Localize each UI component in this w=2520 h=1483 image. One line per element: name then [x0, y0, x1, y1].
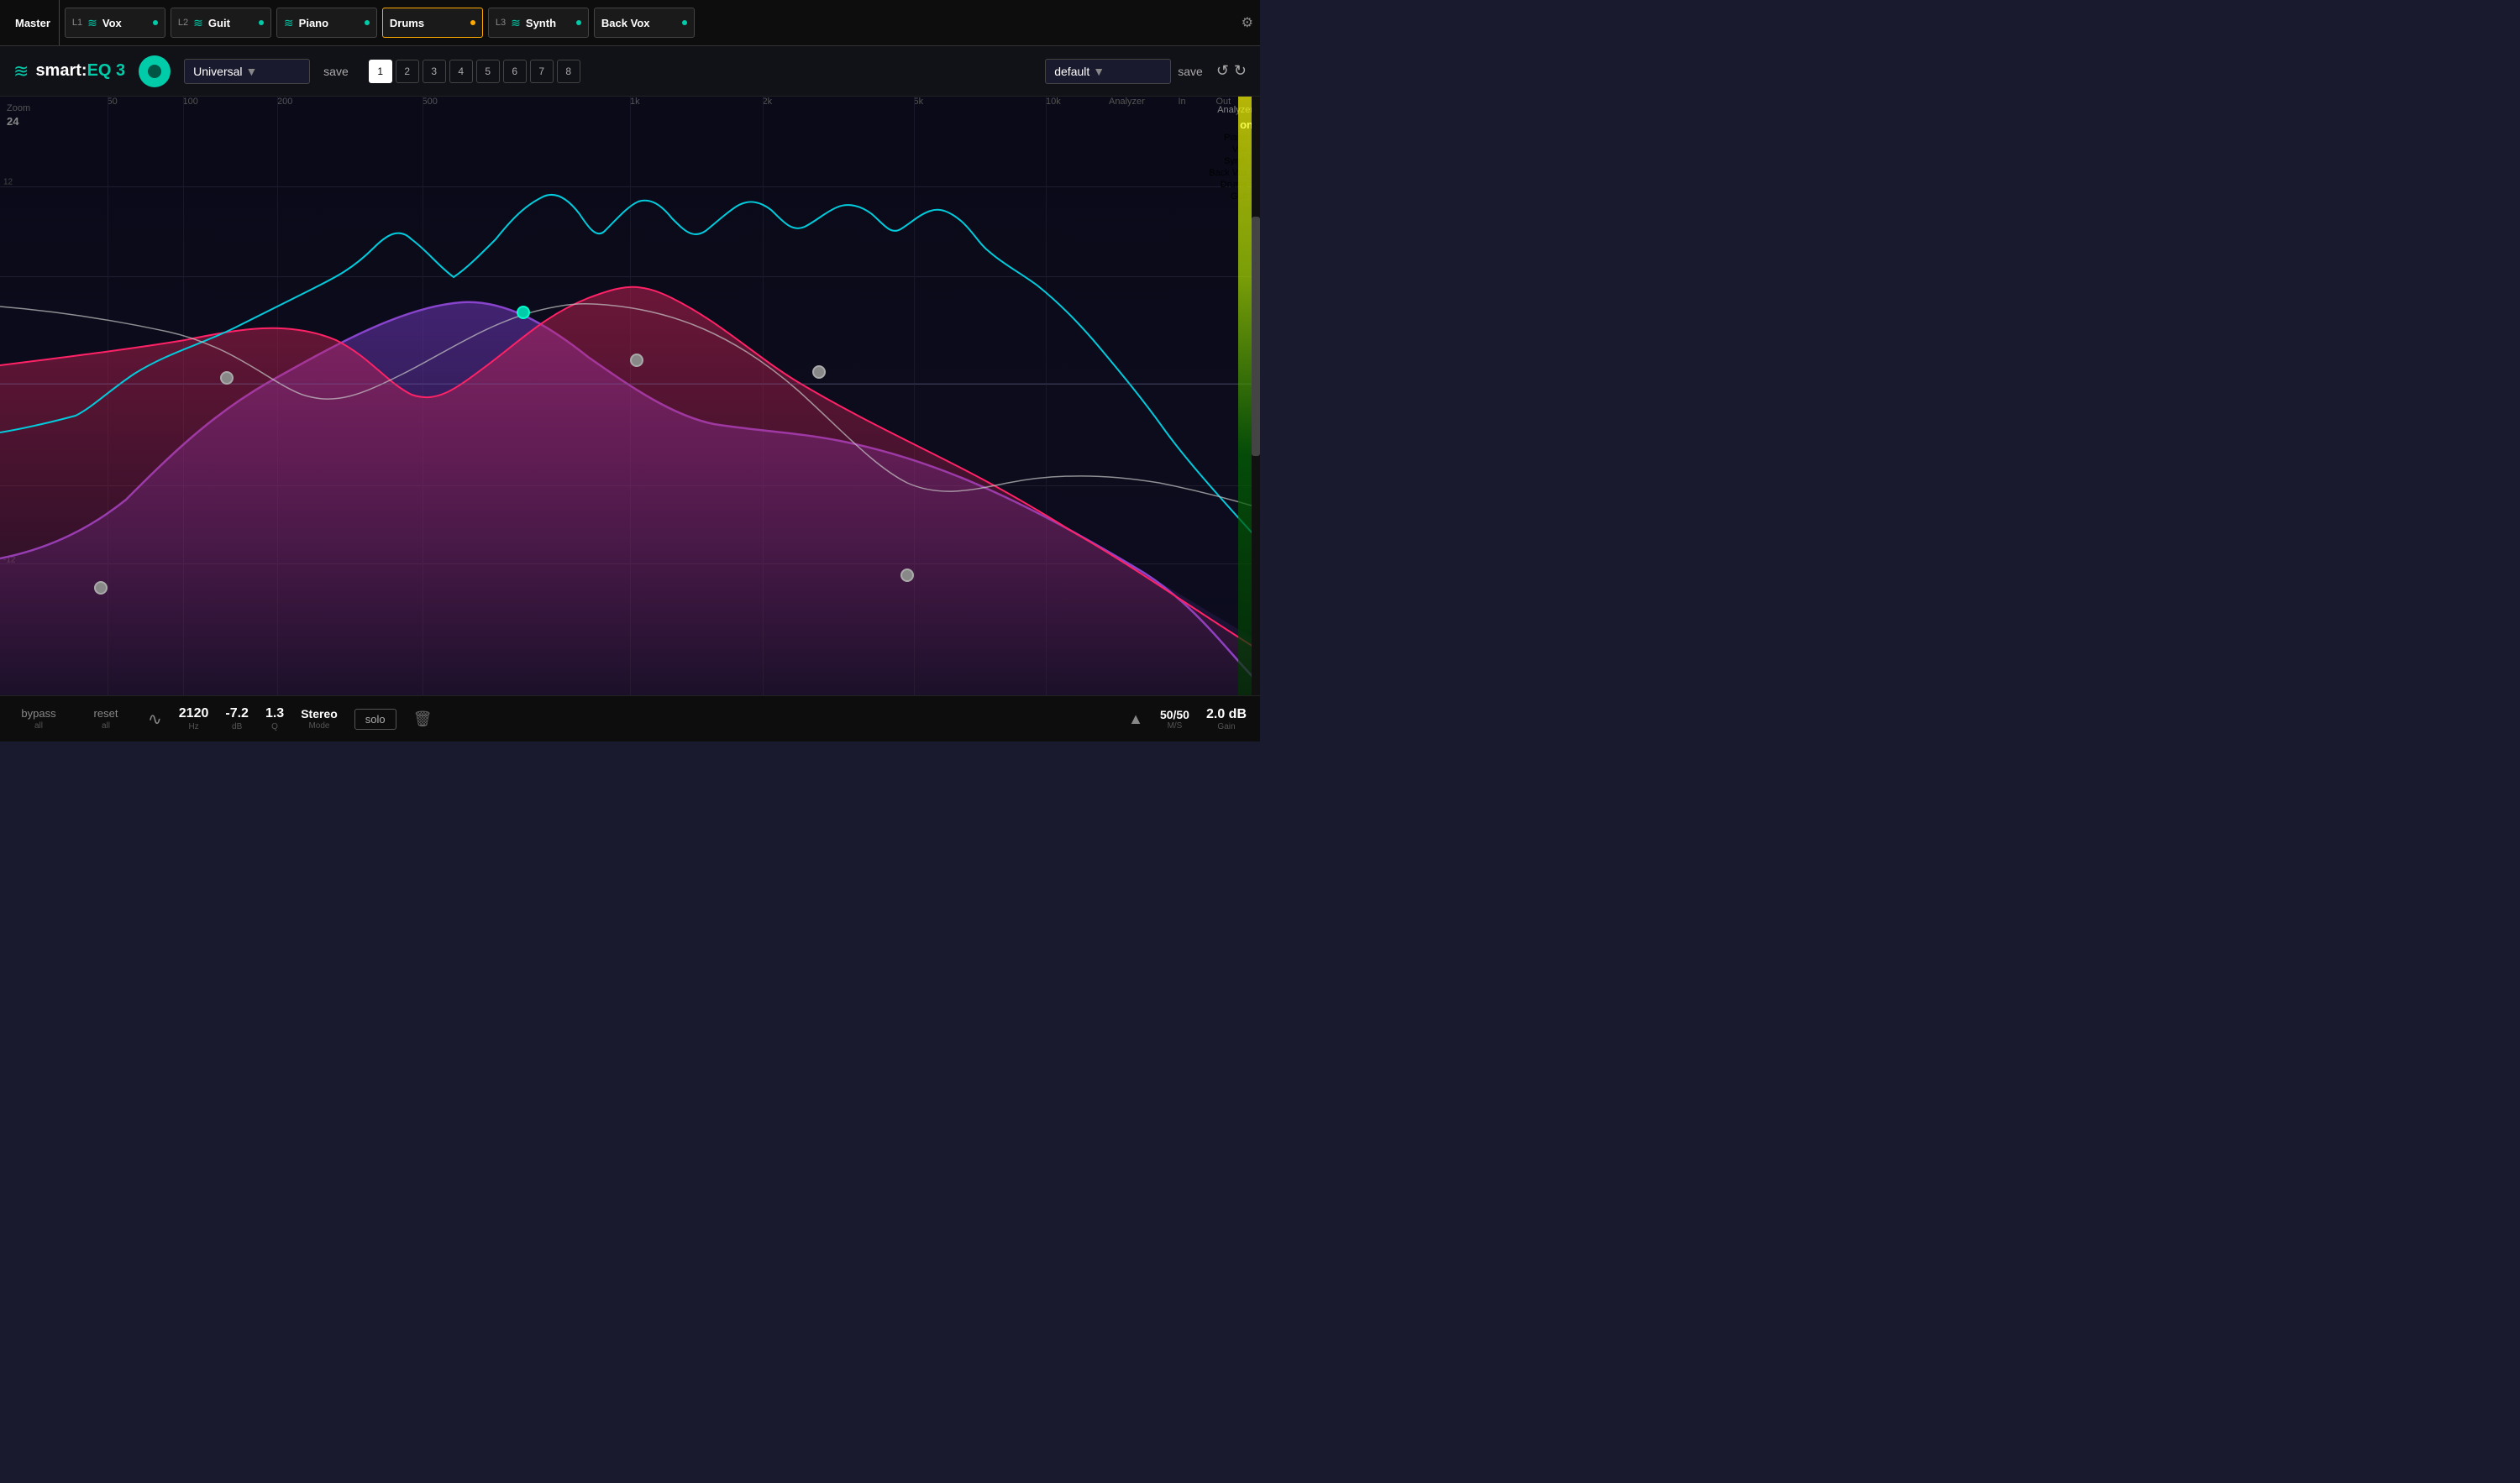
- hz-label: Hz: [188, 722, 198, 731]
- preset-save-button[interactable]: save: [323, 65, 349, 78]
- gain-value: 2.0 dB: [1206, 707, 1247, 722]
- eq-curve-svg: [0, 97, 1260, 695]
- l1-name: Vox: [102, 17, 122, 29]
- default-preset-arrow: ▼: [1093, 65, 1105, 78]
- backvox-name: Back Vox: [601, 17, 650, 29]
- band-button-6[interactable]: 6: [503, 60, 527, 83]
- l3-name: Synth: [526, 17, 556, 29]
- piano-name: Piano: [299, 17, 328, 29]
- scrollbar-thumb: [1252, 217, 1260, 456]
- channel-l1[interactable]: L1 ≋ Vox: [65, 8, 165, 38]
- mode-value: Stereo: [301, 707, 338, 721]
- logo-icon: ≋: [13, 60, 29, 82]
- band-button-5[interactable]: 5: [476, 60, 500, 83]
- band-button-2[interactable]: 2: [396, 60, 419, 83]
- q-label: Q: [271, 722, 278, 731]
- preset-arrow: ▼: [246, 65, 258, 78]
- gain-label: Gain: [1217, 722, 1235, 731]
- l2-name: Guit: [208, 17, 230, 29]
- channel-drums[interactable]: Drums: [382, 8, 483, 38]
- db-label: dB: [232, 722, 242, 731]
- vu-bar-strip: [1238, 97, 1252, 695]
- backvox-indicator: [682, 20, 687, 25]
- hz-value: 2120: [179, 706, 209, 721]
- eq-point-6[interactable]: [900, 569, 914, 582]
- solo-button[interactable]: solo: [354, 709, 396, 730]
- band-button-3[interactable]: 3: [423, 60, 446, 83]
- channel-piano[interactable]: ≋ Piano: [276, 8, 377, 38]
- channel-backvox[interactable]: Back Vox: [594, 8, 695, 38]
- db-value: -7.2: [225, 706, 249, 721]
- l2-icon: ≋: [193, 16, 203, 30]
- delete-button[interactable]: 🗑: [413, 710, 433, 728]
- reset-button[interactable]: reset: [94, 707, 118, 720]
- undo-button[interactable]: ↺: [1216, 62, 1229, 80]
- redo-button[interactable]: ↻: [1234, 62, 1247, 80]
- preset-name: Universal: [193, 65, 242, 78]
- l3-group-label: L3: [496, 18, 506, 28]
- default-preset-dropdown[interactable]: default ▼: [1045, 59, 1171, 84]
- pink-fill: [0, 287, 1260, 695]
- l1-indicator: [153, 20, 158, 25]
- default-preset-section: default ▼ save: [1045, 59, 1203, 84]
- bypass-section: bypass all: [13, 707, 64, 731]
- l1-group-label: L1: [72, 18, 82, 28]
- band-button-7[interactable]: 7: [530, 60, 554, 83]
- eq-main-area: Zoom 24 50 100 200 500 1k 2k 5k 10k Anal…: [0, 97, 1260, 695]
- logo-text: smart:EQ 3: [35, 61, 125, 81]
- logo: ≋ smart:EQ 3: [13, 60, 125, 82]
- ms-label: M/S: [1168, 721, 1183, 731]
- channel-l2[interactable]: L2 ≋ Guit: [171, 8, 271, 38]
- hz-param: 2120 Hz: [179, 706, 209, 731]
- gain-section: 2.0 dB Gain: [1206, 707, 1247, 731]
- l2-indicator: [259, 20, 264, 25]
- eq-point-1[interactable]: [94, 581, 108, 595]
- reset-section: reset all: [81, 707, 131, 731]
- ms-value: 50/50: [1160, 708, 1189, 721]
- l1-icon: ≋: [87, 16, 97, 30]
- master-label: Master: [7, 0, 60, 45]
- header-bar: ≋ smart:EQ 3 Universal ▼ save 1 2 3 4 5 …: [0, 46, 1260, 97]
- undo-redo-section: ↺ ↻: [1216, 62, 1247, 80]
- vu-meter-scrollbar[interactable]: [1252, 97, 1260, 695]
- wave-icon: ∿: [148, 709, 162, 730]
- mode-label: Mode: [308, 721, 329, 731]
- bypass-sublabel: all: [34, 721, 43, 731]
- band-button-8[interactable]: 8: [557, 60, 580, 83]
- db-param: -7.2 dB: [225, 706, 249, 731]
- eq-point-2[interactable]: [220, 371, 234, 385]
- piano-indicator: [365, 20, 370, 25]
- band-button-4[interactable]: 4: [449, 60, 473, 83]
- l2-group-label: L2: [178, 18, 188, 28]
- default-save-button[interactable]: save: [1178, 65, 1203, 78]
- profile-button[interactable]: [139, 55, 171, 87]
- mode-section[interactable]: Stereo Mode: [301, 707, 338, 731]
- eq-point-5[interactable]: [812, 365, 826, 379]
- q-value: 1.3: [265, 706, 284, 721]
- drums-indicator: [470, 20, 475, 25]
- band-button-1[interactable]: 1: [369, 60, 392, 83]
- preset-dropdown[interactable]: Universal ▼: [184, 59, 310, 84]
- bottom-bar: bypass all reset all ∿ 2120 Hz -7.2 dB 1…: [0, 695, 1260, 742]
- ms-section: 50/50 M/S: [1160, 708, 1189, 731]
- eq-point-4[interactable]: [630, 354, 643, 367]
- l3-icon: ≋: [511, 16, 521, 30]
- default-preset-name: default: [1054, 65, 1089, 78]
- eq-point-3[interactable]: [517, 306, 530, 319]
- drums-name: Drums: [390, 17, 424, 29]
- triangle-icon: ▲: [1128, 710, 1143, 728]
- q-param: 1.3 Q: [265, 706, 284, 731]
- top-bar: Master L1 ≋ Vox L2 ≋ Guit ≋ Piano Drums …: [0, 0, 1260, 46]
- l3-indicator: [576, 20, 581, 25]
- band-buttons: 1 2 3 4 5 6 7 8: [369, 60, 580, 83]
- settings-icon[interactable]: ⚙: [1242, 14, 1253, 31]
- piano-icon: ≋: [284, 16, 294, 30]
- bypass-button[interactable]: bypass: [21, 707, 55, 720]
- reset-sublabel: all: [102, 721, 110, 731]
- channel-l3[interactable]: L3 ≋ Synth: [488, 8, 589, 38]
